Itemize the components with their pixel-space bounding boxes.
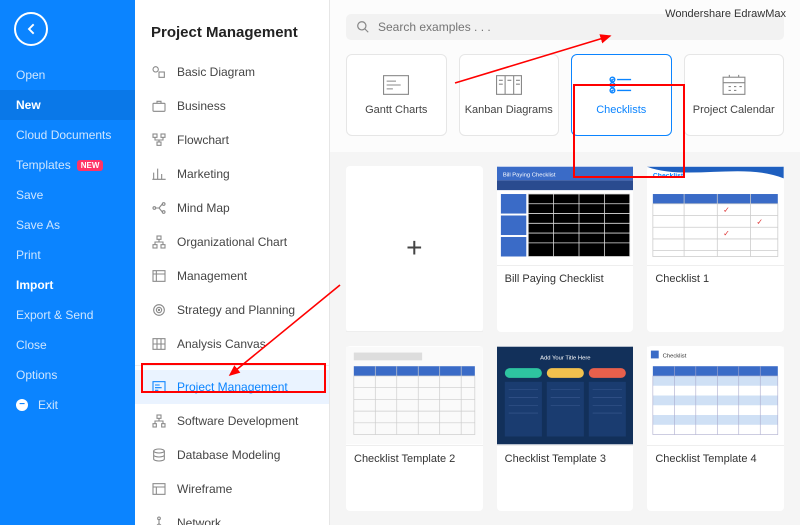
- template-thumb: Add Your Title Here: [497, 346, 634, 446]
- search-input[interactable]: [378, 20, 774, 34]
- mgmt-icon: [151, 268, 167, 284]
- nav-options[interactable]: Options: [0, 360, 135, 390]
- nav-templates-label: Templates: [16, 158, 71, 172]
- cat-flowchart[interactable]: Flowchart: [135, 123, 329, 157]
- nav-save[interactable]: Save: [0, 180, 135, 210]
- template-blank[interactable]: +: [346, 166, 483, 332]
- org-icon: [151, 234, 167, 250]
- kanban-type-icon: [495, 74, 523, 96]
- svg-text:Add Your Title Here: Add Your Title Here: [540, 355, 590, 361]
- template-label: Bill Paying Checklist: [497, 266, 634, 292]
- back-button[interactable]: [14, 12, 48, 46]
- exit-icon: −: [16, 399, 28, 411]
- checklist-type-icon: [607, 74, 635, 96]
- nav-save-as[interactable]: Save As: [0, 210, 135, 240]
- brand-label: Wondershare EdrawMax: [665, 8, 786, 20]
- briefcase-icon: [151, 98, 167, 114]
- cat-mind-map[interactable]: Mind Map: [135, 191, 329, 225]
- flowchart-icon: [151, 132, 167, 148]
- template-checklist-4[interactable]: Checklist Checklist Template 4: [647, 346, 784, 512]
- template-checklist-1[interactable]: Checklist ✓ ✓ ✓ Checklist 1: [647, 166, 784, 332]
- shapes-icon: [151, 64, 167, 80]
- nav-open[interactable]: Open: [0, 60, 135, 90]
- category-title: Project Management: [135, 0, 329, 55]
- template-checklist-2[interactable]: Checklist Template 2: [346, 346, 483, 512]
- type-row: Gantt Charts Kanban Diagrams Checklists …: [330, 54, 800, 152]
- category-column: Project Management Basic Diagram Busines…: [135, 0, 330, 525]
- template-checklist-3[interactable]: Add Your Title Here Checklist Template 3: [497, 346, 634, 512]
- nav-templates[interactable]: Templates NEW: [0, 150, 135, 180]
- template-label: Checklist Template 3: [497, 446, 634, 472]
- plus-icon: +: [406, 232, 422, 264]
- svg-text:✓: ✓: [757, 217, 764, 226]
- cat-basic-diagram[interactable]: Basic Diagram: [135, 55, 329, 89]
- calendar-type-icon: [720, 74, 748, 96]
- search-icon: [356, 20, 370, 34]
- svg-text:Checklist: Checklist: [653, 172, 684, 179]
- template-bill-paying[interactable]: Bill Paying Checklist Bill Paying Checkl…: [497, 166, 634, 332]
- net-icon: [151, 515, 167, 525]
- sw-icon: [151, 413, 167, 429]
- target-icon: [151, 302, 167, 318]
- bars-icon: [151, 166, 167, 182]
- mind-icon: [151, 200, 167, 216]
- nav-exit[interactable]: − Exit: [0, 390, 135, 420]
- svg-text:✓: ✓: [723, 206, 730, 215]
- cat-strategy[interactable]: Strategy and Planning: [135, 293, 329, 327]
- new-badge: NEW: [77, 160, 104, 171]
- type-kanban[interactable]: Kanban Diagrams: [459, 54, 560, 136]
- cat-database[interactable]: Database Modeling: [135, 438, 329, 472]
- template-thumb: Bill Paying Checklist: [497, 166, 634, 266]
- cat-business[interactable]: Business: [135, 89, 329, 123]
- nav-cloud-documents[interactable]: Cloud Documents: [0, 120, 135, 150]
- nav-new[interactable]: New: [0, 90, 135, 120]
- cat-management[interactable]: Management: [135, 259, 329, 293]
- template-grid: + Bill Paying Checklist Bill Paying Chec…: [330, 152, 800, 525]
- svg-text:✓: ✓: [723, 229, 730, 238]
- db-icon: [151, 447, 167, 463]
- type-project-calendar[interactable]: Project Calendar: [684, 54, 785, 136]
- arrow-left-icon: [23, 21, 39, 37]
- left-nav: Open New Cloud Documents Templates NEW S…: [0, 0, 135, 525]
- wire-icon: [151, 481, 167, 497]
- nav-import[interactable]: Import: [0, 270, 135, 300]
- template-label: Checklist 1: [647, 266, 784, 292]
- svg-text:Checklist: Checklist: [663, 353, 687, 359]
- cat-marketing[interactable]: Marketing: [135, 157, 329, 191]
- svg-text:Bill Paying Checklist: Bill Paying Checklist: [503, 172, 556, 178]
- nav-export-send[interactable]: Export & Send: [0, 300, 135, 330]
- cat-project-management[interactable]: Project Management: [135, 370, 329, 404]
- gantt-type-icon: [382, 74, 410, 96]
- nav-close[interactable]: Close: [0, 330, 135, 360]
- cat-analysis-canvas[interactable]: Analysis Canvas: [135, 327, 329, 361]
- canvas-icon: [151, 336, 167, 352]
- template-thumb: [346, 346, 483, 446]
- cat-wireframe[interactable]: Wireframe: [135, 472, 329, 506]
- cat-network[interactable]: Network: [135, 506, 329, 525]
- template-thumb: Checklist ✓ ✓ ✓: [647, 166, 784, 266]
- template-label: Checklist Template 2: [346, 446, 483, 472]
- template-thumb: Checklist: [647, 346, 784, 446]
- gantt-icon: [151, 379, 167, 395]
- cat-software-dev[interactable]: Software Development: [135, 404, 329, 438]
- cat-org-chart[interactable]: Organizational Chart: [135, 225, 329, 259]
- nav-exit-label: Exit: [38, 398, 58, 412]
- type-gantt-charts[interactable]: Gantt Charts: [346, 54, 447, 136]
- nav-print[interactable]: Print: [0, 240, 135, 270]
- right-pane: Wondershare EdrawMax Gantt Charts Kanban…: [330, 0, 800, 525]
- template-label: Checklist Template 4: [647, 446, 784, 472]
- type-checklists[interactable]: Checklists: [571, 54, 672, 136]
